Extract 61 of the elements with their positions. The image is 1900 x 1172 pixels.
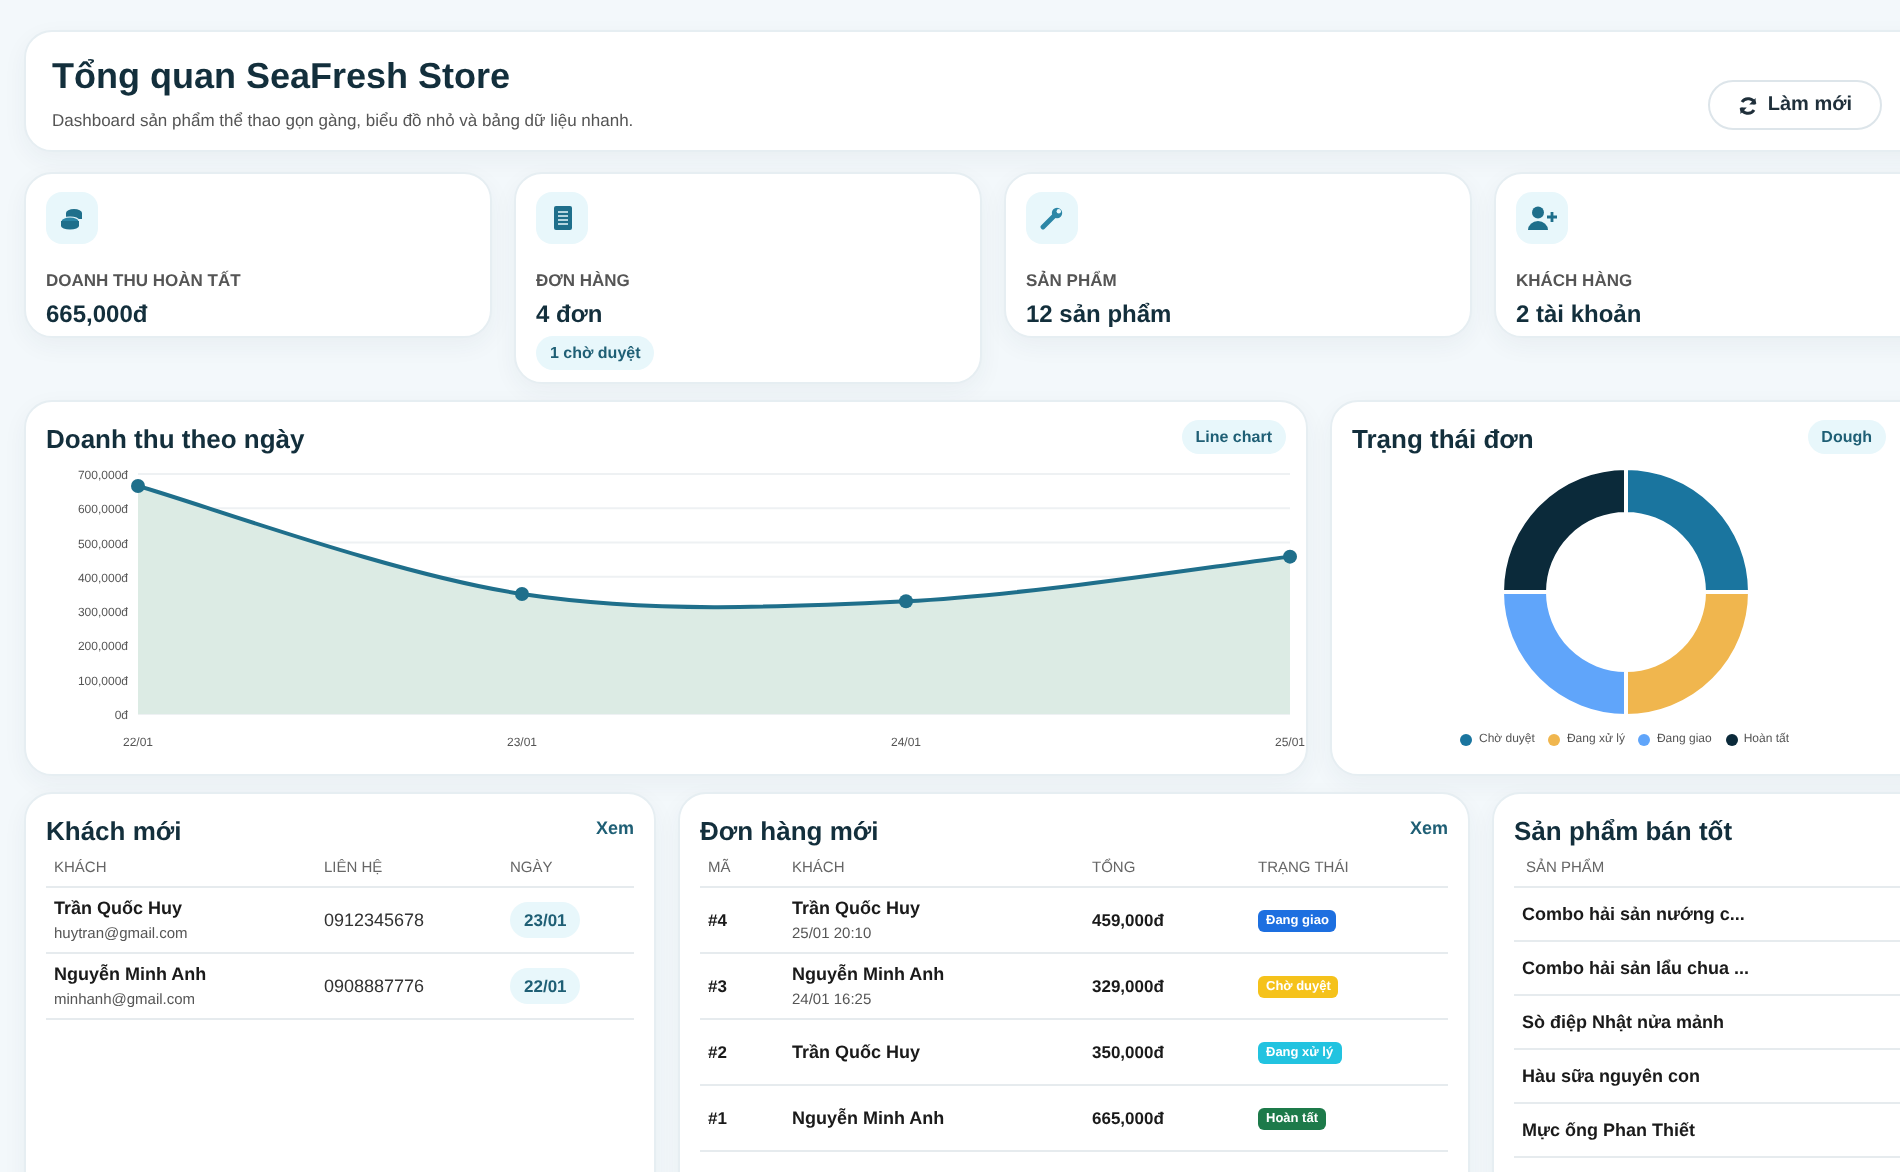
pending-count: 1 chờ duyệt — [536, 336, 655, 370]
legend-dot — [1460, 734, 1473, 746]
coins-icon — [60, 207, 84, 229]
product-name: Combo hải sản lẩu chua ... — [1522, 958, 1750, 978]
chart-title: Doanh thu theo ngày — [46, 424, 305, 454]
customer-name: Trần Quốc Huy — [792, 898, 923, 918]
order-id: #1 — [708, 1108, 729, 1128]
order-total: 350,000đ — [1092, 1042, 1166, 1062]
phone-number: 0908887776 — [324, 976, 427, 996]
data-point — [1283, 549, 1297, 564]
phone-number: 0912345678 — [324, 910, 427, 930]
join-date: 22/01 — [510, 968, 581, 1004]
legend-dot — [1725, 734, 1738, 746]
customer-name: Nguyễn Minh Anh — [792, 1108, 947, 1128]
donut-slice — [1499, 466, 1627, 594]
chart-type-tag: Dough — [1807, 419, 1886, 453]
page-subtitle: Dashboard sản phẩm thể thao gọn gàng, biểu đồ nhỏ và bảng dữ liệu nhanh. — [52, 110, 634, 130]
refresh-icon — [1737, 95, 1758, 115]
product-name: Hàu sữa nguyên con — [1522, 1066, 1701, 1086]
stat-label: ĐƠN HÀNG — [536, 270, 632, 290]
product-name: Mực ống Phan Thiết — [1522, 1120, 1696, 1140]
customer-name: Nguyễn Minh Anh — [792, 964, 947, 984]
chart-title: Trạng thái đơn — [1352, 424, 1534, 454]
add-user-icon — [1527, 206, 1557, 230]
document-icon — [553, 206, 571, 230]
data-point — [515, 587, 529, 601]
legend-dot — [1548, 734, 1561, 746]
stat-value: 12 sản phẩm — [1026, 300, 1174, 328]
chart-type-tag: Line chart — [1181, 419, 1286, 453]
product-name: Combo hải sản nướng c... — [1522, 904, 1745, 924]
wrench-icon — [1040, 206, 1064, 230]
refresh-button[interactable]: Làm mới — [1707, 80, 1882, 130]
stat-label: SẢN PHẨM — [1026, 270, 1119, 290]
customer-name: Nguyễn Minh Anh — [54, 964, 209, 984]
section-title: Đơn hàng mới — [700, 816, 879, 846]
page-title: Tổng quan SeaFresh Store — [52, 56, 513, 98]
view-link[interactable]: Xem — [595, 818, 634, 838]
order-id: #2 — [708, 1042, 729, 1062]
stat-label: KHÁCH HÀNG — [1516, 270, 1635, 290]
donut-slice — [1623, 466, 1751, 594]
view-link[interactable]: Xem — [1409, 818, 1448, 838]
data-point — [899, 594, 913, 609]
order-total: 329,000đ — [1092, 976, 1166, 996]
join-date: 23/01 — [510, 902, 581, 938]
customer-name: Trần Quốc Huy — [792, 1042, 923, 1062]
donut-slice — [1499, 590, 1627, 718]
stat-value: 665,000đ — [46, 300, 150, 328]
order-total: 665,000đ — [1092, 1108, 1166, 1128]
section-title: Sản phẩm bán tốt — [1514, 816, 1733, 846]
section-title: Khách mới — [46, 816, 182, 846]
legend-dot — [1638, 734, 1651, 746]
order-id: #4 — [708, 910, 729, 930]
stat-value: 4 đơn — [536, 300, 605, 328]
stat-value: 2 tài khoản — [1516, 300, 1644, 328]
stat-label: DOANH THU HOÀN TẤT — [46, 270, 243, 290]
product-name: Sò điệp Nhật nửa mảnh — [1522, 1012, 1725, 1032]
data-point — [131, 479, 145, 493]
order-total: 459,000đ — [1092, 910, 1166, 930]
order-id: #3 — [708, 976, 729, 996]
donut-slice — [1623, 590, 1751, 718]
customer-name: Trần Quốc Huy — [54, 898, 185, 918]
